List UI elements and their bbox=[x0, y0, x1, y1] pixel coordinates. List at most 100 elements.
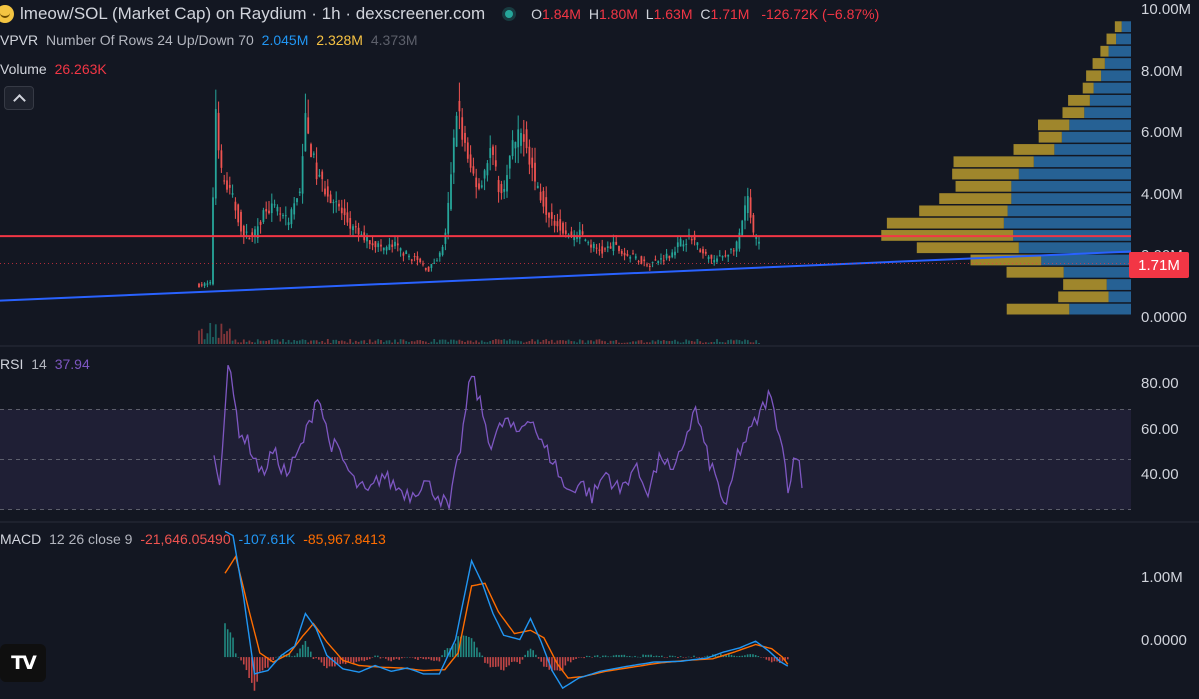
volume-bar bbox=[581, 340, 584, 344]
candle-body bbox=[696, 242, 699, 246]
volume-bar bbox=[604, 341, 606, 344]
macd-histogram-bar bbox=[409, 657, 411, 658]
candle-body bbox=[612, 241, 615, 251]
candle-body bbox=[200, 284, 203, 286]
volume-bar bbox=[508, 339, 511, 344]
candle-body bbox=[749, 197, 752, 218]
volume-profile-up-bar bbox=[1084, 107, 1131, 119]
volume-bar bbox=[587, 340, 590, 344]
volume-bar bbox=[371, 342, 374, 344]
volume-bar bbox=[626, 342, 629, 344]
candle-body bbox=[452, 137, 455, 173]
volume-profile-down-bar bbox=[953, 156, 1034, 168]
volume-bar bbox=[198, 330, 200, 344]
candle-body bbox=[424, 267, 427, 270]
candle-body bbox=[259, 221, 262, 225]
macd-legend[interactable]: MACD 12 26 close 9 -21,646.05490 -107.61… bbox=[0, 531, 386, 547]
volume-bar bbox=[620, 342, 623, 344]
vpvr-total-value: 4.373M bbox=[370, 32, 418, 48]
volume-bar bbox=[752, 342, 755, 344]
symbol-title[interactable]: lmeow/SOL (Market Cap) on Raydium · 1h ·… bbox=[20, 4, 485, 24]
macd-histogram-bar bbox=[242, 657, 245, 665]
volume-bar bbox=[539, 341, 542, 344]
macd-histogram-bar bbox=[275, 656, 277, 658]
rsi-legend[interactable]: RSI 14 37.94 bbox=[0, 356, 90, 372]
macd-histogram-bar bbox=[438, 657, 441, 662]
candle-body bbox=[671, 252, 674, 258]
candle-body bbox=[640, 256, 643, 264]
volume-bar bbox=[416, 340, 419, 344]
volume-bar bbox=[730, 339, 732, 344]
candle-body bbox=[604, 248, 606, 250]
volume-bar bbox=[464, 342, 466, 344]
volume-bar bbox=[251, 342, 254, 344]
collapse-legend-button[interactable] bbox=[4, 86, 34, 110]
volume-legend[interactable]: Volume 26.263K bbox=[0, 61, 107, 77]
candle-body bbox=[349, 218, 352, 229]
volume-profile-down-bar bbox=[1062, 107, 1085, 119]
volume-bar bbox=[494, 339, 497, 344]
candle-body bbox=[419, 258, 422, 263]
volume-bar bbox=[307, 342, 310, 344]
tradingview-logo[interactable]: TV bbox=[0, 644, 46, 682]
candle-body bbox=[531, 157, 534, 168]
candle-body bbox=[489, 148, 492, 158]
volume-bar bbox=[466, 340, 469, 344]
volume-bar bbox=[304, 339, 307, 344]
volume-bar bbox=[517, 340, 520, 344]
volume-profile-up-bar bbox=[1007, 205, 1131, 217]
volume-label: Volume bbox=[0, 61, 47, 77]
candle-body bbox=[354, 226, 357, 228]
volume-profile-down-bar bbox=[952, 168, 1019, 180]
volume-bar bbox=[298, 340, 301, 344]
volume-bar bbox=[268, 340, 270, 344]
volume-bar bbox=[326, 339, 329, 344]
volume-bar bbox=[310, 340, 312, 344]
candle-body bbox=[685, 243, 688, 245]
volume-bar bbox=[657, 339, 660, 344]
candle-body bbox=[503, 188, 506, 192]
vpvr-legend[interactable]: VPVR Number Of Rows 24 Up/Down 70 2.045M… bbox=[0, 32, 418, 48]
volume-bar bbox=[254, 342, 256, 344]
volume-profile-up-bar bbox=[1069, 119, 1131, 131]
macd-histogram-bar bbox=[701, 657, 703, 658]
macd-histogram-bar bbox=[564, 657, 567, 666]
candle-body bbox=[335, 201, 338, 203]
volume-bar bbox=[651, 340, 654, 344]
candle-body bbox=[721, 256, 724, 258]
macd-histogram-bar bbox=[441, 655, 443, 658]
candle-body bbox=[273, 204, 276, 206]
chart-canvas[interactable] bbox=[0, 0, 1199, 699]
volume-bar bbox=[536, 339, 539, 344]
chevron-up-icon bbox=[12, 93, 26, 107]
macd-histogram-bar bbox=[371, 657, 374, 658]
macd-histogram-bar bbox=[299, 648, 301, 658]
macd-histogram-bar bbox=[529, 648, 532, 658]
volume-bar bbox=[506, 340, 508, 344]
macd-histogram-bar bbox=[301, 644, 304, 658]
ohlc-readout: O1.84M H1.80M L1.63M C1.71M -126.72K (−6… bbox=[527, 6, 879, 22]
volume-bar bbox=[203, 339, 206, 344]
macd-histogram-bar bbox=[543, 657, 545, 667]
candle-body bbox=[220, 150, 223, 168]
candle-body bbox=[632, 253, 634, 255]
volume-bar bbox=[436, 342, 438, 344]
candle-body bbox=[310, 144, 312, 158]
volume-bar bbox=[312, 340, 315, 344]
volume-profile-up-bar bbox=[1089, 94, 1131, 106]
volume-bar bbox=[716, 339, 718, 344]
macd-histogram-bar bbox=[248, 657, 250, 679]
volume-bar bbox=[357, 341, 360, 344]
volume-bar bbox=[447, 341, 450, 344]
volume-bar bbox=[668, 341, 671, 344]
volume-bar bbox=[469, 340, 472, 344]
volume-bar bbox=[380, 340, 382, 344]
volume-profile-up-bar bbox=[1101, 70, 1131, 82]
volume-bar bbox=[206, 333, 209, 344]
candle-body bbox=[408, 255, 410, 258]
volume-bar bbox=[522, 342, 525, 344]
candle-body bbox=[276, 206, 279, 212]
volume-profile-down-bar bbox=[1058, 291, 1109, 303]
candle-body bbox=[206, 283, 209, 285]
candle-body bbox=[248, 237, 251, 240]
